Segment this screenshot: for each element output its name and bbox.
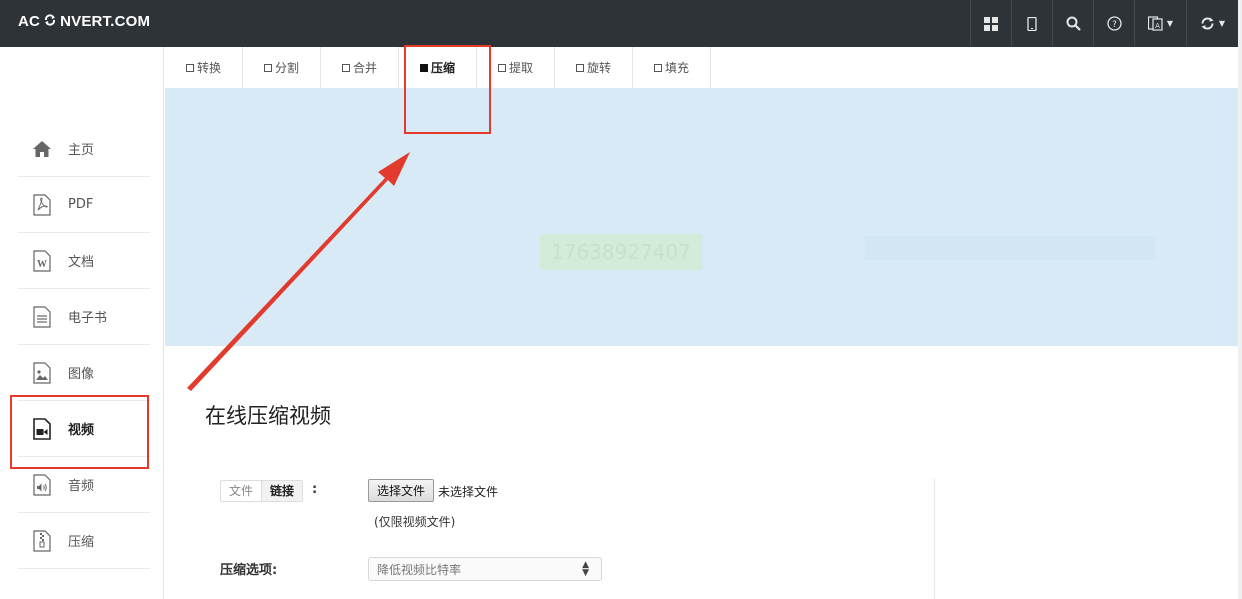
- help-button[interactable]: ?: [1093, 0, 1134, 47]
- svg-text:W: W: [37, 259, 47, 270]
- source-link-option[interactable]: 链接: [261, 481, 303, 501]
- video-file-icon: [30, 417, 54, 441]
- svg-text:?: ?: [1112, 20, 1117, 30]
- sidebar-item-document[interactable]: W 文档: [18, 233, 150, 289]
- tab-rotate[interactable]: 旋转: [555, 47, 633, 88]
- tab-label: 合并: [352, 61, 377, 75]
- chevron-down-icon: ▼: [1218, 19, 1226, 28]
- checkbox-icon: [497, 63, 506, 72]
- tab-convert[interactable]: 转换: [165, 47, 243, 88]
- tab-label: 转换: [196, 61, 221, 75]
- sidebar-item-pdf[interactable]: PDF: [18, 177, 150, 233]
- sidebar: 主页 PDF W 文档 电子书 图像 视频 音频 压缩: [0, 47, 164, 599]
- checkbox-icon: [653, 63, 662, 72]
- pdf-file-icon: [30, 193, 54, 217]
- ebook-file-icon: [30, 305, 54, 329]
- sidebar-item-image[interactable]: 图像: [18, 345, 150, 401]
- help-icon: ?: [1106, 16, 1122, 31]
- sidebar-item-audio[interactable]: 音频: [18, 457, 150, 513]
- word-file-icon: W: [30, 249, 54, 273]
- source-toggle: 文件 链接: [220, 480, 304, 502]
- sidebar-item-label: 音频: [68, 479, 95, 494]
- tab-compress[interactable]: 压缩: [399, 47, 477, 88]
- tab-label: 提取: [508, 61, 533, 75]
- select-arrows-icon: ▲ ▼: [582, 560, 589, 578]
- page-title: 在线压缩视频: [205, 404, 331, 428]
- source-colon: :: [312, 482, 318, 497]
- checkbox-icon: [341, 63, 350, 72]
- compress-options-select[interactable]: 降低视频比特率 ▲ ▼: [368, 557, 602, 581]
- home-icon: [30, 137, 54, 161]
- compress-options-value: 降低视频比特率: [377, 562, 462, 577]
- brand-text-left: AC: [18, 13, 41, 30]
- tab-label: 压缩: [430, 61, 455, 75]
- svg-text:A: A: [1155, 22, 1160, 30]
- top-navbar: AC NVERT.COM ? A ▼ ▼: [0, 0, 1238, 47]
- search-icon: [1066, 16, 1081, 31]
- file-status-text: 未选择文件: [438, 485, 499, 499]
- audio-file-icon: [30, 473, 54, 497]
- apps-grid-button[interactable]: [970, 0, 1011, 47]
- tab-label: 分割: [274, 61, 299, 75]
- source-file-option[interactable]: 文件: [221, 481, 261, 501]
- banner-watermark-text: 17638927407: [540, 234, 702, 270]
- checkbox-icon: [263, 63, 272, 72]
- choose-file-button[interactable]: 选择文件: [368, 479, 434, 502]
- sidebar-item-label: 图像: [68, 367, 95, 382]
- divider: [934, 478, 935, 599]
- search-button[interactable]: [1052, 0, 1093, 47]
- checkbox-icon: [419, 63, 428, 72]
- archive-file-icon: [30, 529, 54, 553]
- tab-split[interactable]: 分割: [243, 47, 321, 88]
- sidebar-item-archive[interactable]: 压缩: [18, 513, 150, 569]
- mobile-button[interactable]: [1011, 0, 1052, 47]
- chevron-down-icon: ▼: [1166, 19, 1174, 28]
- file-hint-text: (仅限视频文件): [374, 515, 456, 529]
- sidebar-item-label: PDF: [68, 197, 94, 212]
- mobile-icon: [1027, 16, 1037, 31]
- sidebar-item-label: 视频: [68, 423, 95, 438]
- tab-fill[interactable]: 填充: [633, 47, 711, 88]
- ad-banner[interactable]: 17638927407: [165, 88, 1238, 346]
- convert-dropdown[interactable]: ▼: [1186, 0, 1238, 47]
- page-scrollbar[interactable]: [1238, 0, 1242, 599]
- tool-tabs: 转换 分割 合并 压缩 提取 旋转 填充: [165, 47, 711, 88]
- sidebar-item-label: 文档: [68, 255, 95, 270]
- sidebar-item-label: 电子书: [68, 311, 108, 326]
- banner-decoration: [865, 236, 1155, 260]
- tab-label: 旋转: [586, 61, 611, 75]
- brand-text-right: NVERT.COM: [60, 13, 151, 30]
- sidebar-item-label: 压缩: [68, 535, 95, 550]
- checkbox-icon: [575, 63, 584, 72]
- language-dropdown[interactable]: A ▼: [1134, 0, 1186, 47]
- sidebar-item-label: 主页: [68, 143, 95, 158]
- checkbox-icon: [185, 63, 194, 72]
- tab-label: 填充: [664, 61, 689, 75]
- language-icon: A: [1147, 16, 1163, 31]
- grid-icon: [984, 16, 998, 31]
- tab-extract[interactable]: 提取: [477, 47, 555, 88]
- refresh-icon: [1201, 17, 1214, 30]
- sidebar-item-video[interactable]: 视频: [18, 401, 150, 457]
- sidebar-item-ebook[interactable]: 电子书: [18, 289, 150, 345]
- image-file-icon: [30, 361, 54, 385]
- convert-logo-icon: [43, 13, 57, 30]
- tab-merge[interactable]: 合并: [321, 47, 399, 88]
- sidebar-item-home[interactable]: 主页: [18, 121, 150, 177]
- compress-options-label: 压缩选项:: [220, 563, 278, 578]
- site-logo[interactable]: AC NVERT.COM: [18, 13, 150, 30]
